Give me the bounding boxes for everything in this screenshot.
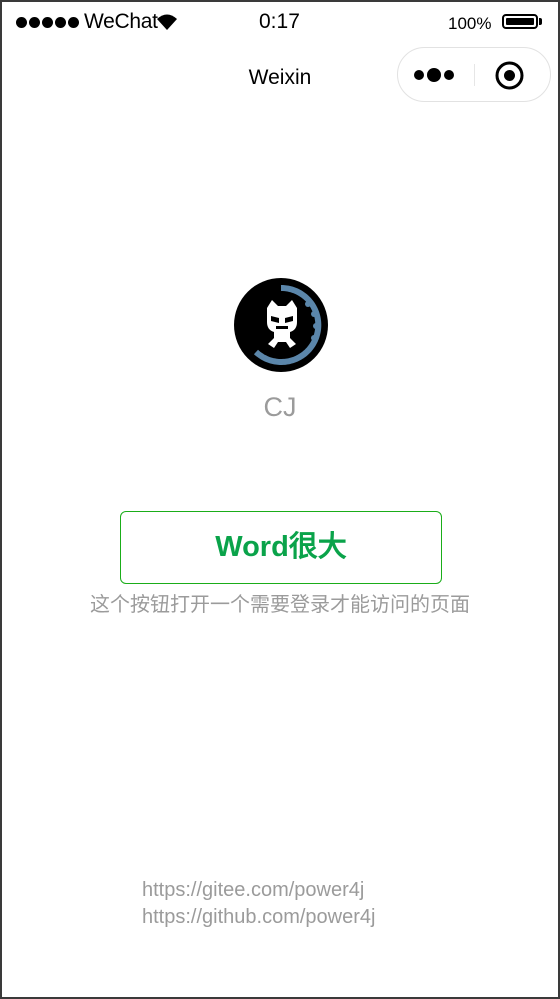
status-bar: WeChat 0:17 100%	[2, 2, 558, 42]
monstercat-avatar-icon[interactable]	[234, 278, 328, 372]
open-login-page-button[interactable]: Word很大	[120, 511, 442, 584]
signal-strength-icon	[16, 17, 79, 28]
close-mini-program-icon[interactable]	[495, 61, 524, 90]
status-time: 0:17	[259, 10, 300, 33]
more-options-icon[interactable]	[412, 64, 462, 86]
battery-fill	[506, 18, 534, 25]
battery-icon	[502, 14, 538, 29]
mini-program-capsule	[397, 47, 551, 102]
battery-percentage: 100%	[448, 14, 492, 33]
gitee-link[interactable]: https://gitee.com/power4j	[142, 877, 375, 904]
wifi-icon	[157, 14, 177, 30]
capsule-divider	[474, 64, 475, 86]
username: CJ	[263, 392, 297, 422]
github-link[interactable]: https://github.com/power4j	[142, 904, 375, 931]
carrier-name: WeChat	[84, 10, 158, 33]
button-hint-text: 这个按钮打开一个需要登录才能访问的页面	[90, 594, 470, 616]
footer-links: https://gitee.com/power4j https://github…	[142, 877, 375, 931]
phone-screen: WeChat 0:17 100% Weixin CJ Word很大 这个按钮打开…	[2, 2, 558, 997]
battery-tip	[539, 18, 542, 25]
